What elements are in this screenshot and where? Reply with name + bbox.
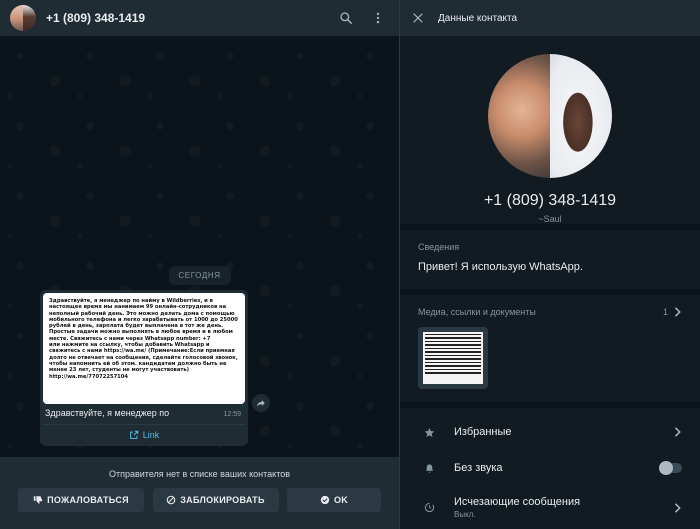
image-text: Здравствуйте, я менеджер по найму в Wild… <box>49 298 238 380</box>
chevron-right-icon <box>674 427 681 437</box>
disappearing-status: Выкл. <box>454 510 476 520</box>
contact-nickname: ~Saul <box>538 214 562 224</box>
bell-icon <box>424 463 438 474</box>
block-icon <box>166 495 176 505</box>
chat-title[interactable]: +1 (809) 348-1419 <box>46 11 325 25</box>
starred-messages-item[interactable]: Избранные <box>400 414 700 450</box>
unknown-sender-notice: Отправителя нет в списке ваших контактов <box>108 469 290 479</box>
about-label: Сведения <box>418 242 460 252</box>
about-section: Сведения Привет! Я использую WhatsApp. <box>400 230 700 295</box>
whatsapp-app: +1 (809) 348-1419 СЕГОДНЯ Здравствуйте, … <box>0 0 700 529</box>
starred-label: Избранные <box>454 426 512 439</box>
media-thumbnail[interactable] <box>418 326 488 389</box>
media-section: Медиа, ссылки и документы 1 <box>400 295 700 409</box>
avatar[interactable] <box>10 5 36 31</box>
menu-dots-icon[interactable] <box>367 7 389 29</box>
media-label: Медиа, ссылки и документы <box>418 306 536 317</box>
chevron-right-icon <box>674 502 681 513</box>
disappearing-label: Исчезающие сообщения <box>454 496 581 509</box>
block-button[interactable]: ЗАБЛОКИРОВАТЬ <box>152 488 279 512</box>
message-image[interactable]: Здравствуйте, я менеджер по найму в Wild… <box>43 293 245 404</box>
media-count: 1 <box>662 306 668 317</box>
disappearing-messages-item[interactable]: Исчезающие сообщения Выкл. <box>400 486 700 529</box>
chat-pane: +1 (809) 348-1419 СЕГОДНЯ Здравствуйте, … <box>0 0 399 529</box>
contact-header: Данные контакта <box>400 0 700 36</box>
thumbs-down-icon <box>33 496 43 504</box>
mute-item[interactable]: Без звука <box>400 450 700 486</box>
media-header[interactable]: Медиа, ссылки и документы 1 <box>418 307 682 317</box>
mute-toggle[interactable] <box>659 461 682 476</box>
contact-info-pane: Данные контакта +1 (809) 348-1419 ~Saul … <box>400 0 700 529</box>
close-icon[interactable] <box>412 12 424 24</box>
message-time: 12:59 <box>223 411 241 418</box>
contact-phone: +1 (809) 348-1419 <box>483 192 617 209</box>
profile-photo[interactable] <box>488 54 612 178</box>
contact-header-title: Данные контакта <box>438 12 518 24</box>
timer-icon <box>424 502 438 513</box>
star-icon <box>424 427 438 438</box>
chat-header[interactable]: +1 (809) 348-1419 <box>0 0 399 36</box>
search-icon[interactable] <box>335 7 357 29</box>
check-circle-icon <box>320 495 330 505</box>
link-icon <box>129 430 138 439</box>
link-label: Link <box>142 430 160 440</box>
about-value: Привет! Я использую WhatsApp. <box>418 261 583 273</box>
report-label: ПОЖАЛОВАТЬСЯ <box>47 495 129 505</box>
ok-label: OK <box>333 495 349 505</box>
mute-label: Без звука <box>454 462 503 475</box>
profile-section: +1 (809) 348-1419 ~Saul <box>400 36 700 230</box>
report-button[interactable]: ПОЖАЛОВАТЬСЯ <box>18 488 144 512</box>
ok-button[interactable]: OK <box>287 488 381 512</box>
message-list[interactable]: СЕГОДНЯ Здравствуйте, я менеджер по найм… <box>0 36 399 457</box>
block-label: ЗАБЛОКИРОВАТЬ <box>180 495 265 505</box>
unknown-sender-bar: Отправителя нет в списке ваших контактов… <box>0 457 399 529</box>
forward-icon[interactable] <box>252 394 270 412</box>
date-chip: СЕГОДНЯ <box>168 266 231 285</box>
message-text: Здравствуйте, я менеджер по <box>45 408 170 418</box>
link-button[interactable]: Link <box>43 424 245 443</box>
message-bubble[interactable]: Здравствуйте, я менеджер по найму в Wild… <box>40 290 248 446</box>
chevron-right-icon <box>674 307 681 317</box>
